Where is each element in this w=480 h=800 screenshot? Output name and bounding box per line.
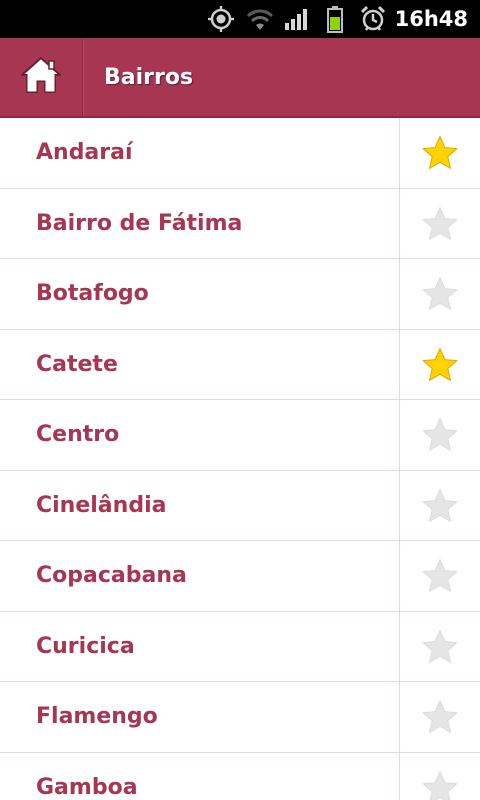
page-title: Bairros xyxy=(104,65,194,90)
favorite-toggle[interactable] xyxy=(400,118,480,188)
favorite-toggle[interactable] xyxy=(400,259,480,329)
list-item-name[interactable]: Cinelândia xyxy=(36,471,166,541)
star-empty-icon xyxy=(422,277,458,310)
list-item[interactable]: Botafogo xyxy=(0,259,480,330)
star-filled-icon xyxy=(422,136,458,169)
status-bar: 16h48 xyxy=(0,0,480,38)
neighborhood-list[interactable]: Andaraí Bairro de Fátima Botafogo Catete Cen… xyxy=(0,118,480,800)
star-filled-icon xyxy=(422,347,458,381)
list-item[interactable]: Centro xyxy=(0,400,480,471)
battery-icon xyxy=(323,5,347,33)
signal-icon xyxy=(283,5,311,33)
list-item[interactable]: Andaraí xyxy=(0,118,480,189)
star-empty-icon xyxy=(422,488,458,522)
list-item-name[interactable]: Catete xyxy=(36,330,118,400)
list-item-name[interactable]: Bairro de Fátima xyxy=(36,189,242,259)
favorite-toggle[interactable] xyxy=(400,612,480,682)
star-empty-icon xyxy=(422,700,458,733)
app-bar: Bairros xyxy=(0,38,480,118)
favorite-toggle[interactable] xyxy=(400,189,480,259)
favorite-toggle[interactable] xyxy=(400,541,480,611)
list-item[interactable]: Copacabana xyxy=(0,541,480,612)
home-button[interactable] xyxy=(0,38,82,116)
list-item[interactable]: Flamengo xyxy=(0,682,480,753)
list-item-name[interactable]: Andaraí xyxy=(36,118,133,188)
list-item[interactable]: Curicica xyxy=(0,611,480,682)
status-time: 16h48 xyxy=(394,7,468,31)
favorite-toggle[interactable] xyxy=(400,400,480,470)
list-item-name[interactable]: Botafogo xyxy=(36,259,149,329)
favorite-toggle[interactable] xyxy=(400,330,480,400)
star-empty-icon xyxy=(422,629,458,663)
list-item-name[interactable]: Curicica xyxy=(36,612,135,682)
star-empty-icon xyxy=(422,770,458,800)
star-empty-icon xyxy=(422,559,458,592)
favorite-toggle[interactable] xyxy=(400,471,480,541)
list-item[interactable]: Cinelândia xyxy=(0,470,480,541)
list-item[interactable]: Catete xyxy=(0,329,480,400)
list-item-name[interactable]: Flamengo xyxy=(36,682,158,752)
alarm-icon xyxy=(358,5,388,33)
home-icon xyxy=(19,55,63,100)
favorite-toggle[interactable] xyxy=(400,682,480,752)
list-item[interactable]: Gamboa xyxy=(0,752,480,800)
star-empty-icon xyxy=(422,206,458,240)
wifi-icon xyxy=(244,5,276,33)
list-item[interactable]: Bairro de Fátima xyxy=(0,188,480,259)
star-empty-icon xyxy=(422,418,458,451)
app-bar-divider-highlight xyxy=(83,38,84,116)
list-item-name[interactable]: Gamboa xyxy=(36,753,138,800)
gps-icon xyxy=(206,5,236,33)
list-item-name[interactable]: Copacabana xyxy=(36,541,187,611)
list-item-name[interactable]: Centro xyxy=(36,400,119,470)
favorite-toggle[interactable] xyxy=(400,753,480,800)
